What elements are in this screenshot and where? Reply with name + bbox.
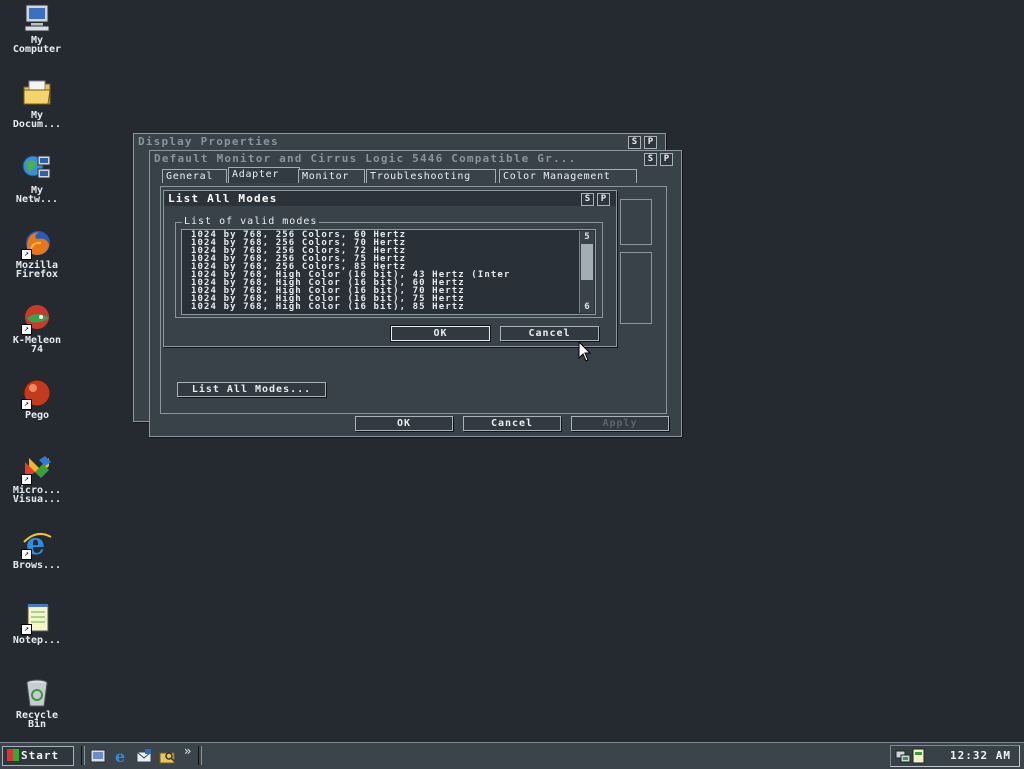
windows-logo-icon	[7, 749, 19, 761]
tab-troubleshooting[interactable]: Troubleshooting	[366, 169, 496, 183]
window-s-button[interactable]: S	[628, 136, 641, 149]
recycle-bin-icon	[21, 677, 53, 709]
adapter-window-title: Default Monitor and Cirrus Logic 5446 Co…	[154, 152, 577, 165]
tab-adapter[interactable]: Adapter	[228, 167, 300, 183]
explorer-icon[interactable]	[159, 748, 175, 764]
window-p-button[interactable]: P	[660, 153, 673, 166]
scroll-up-button[interactable]: 5	[580, 232, 594, 242]
show-desktop-icon[interactable]	[90, 748, 106, 764]
desktop-icon-recycle-bin[interactable]: Recycle Bin	[2, 677, 72, 730]
scroll-thumb[interactable]	[581, 244, 593, 280]
notepad-icon: ↗	[21, 602, 53, 635]
firefox-icon: ↗	[21, 227, 53, 260]
network-icon	[21, 152, 53, 184]
tab-monitor[interactable]: Monitor	[298, 169, 365, 183]
visual-studio-icon: ↗	[21, 452, 53, 485]
tab-general[interactable]: General	[162, 169, 227, 183]
svg-text:e: e	[115, 748, 125, 764]
list-all-modes-dialog[interactable]: List All Modes S P List of valid modes 1…	[163, 190, 617, 347]
list-all-modes-title: List All Modes	[164, 191, 616, 206]
window-s-button[interactable]: S	[581, 193, 594, 206]
modes-scrollbar[interactable]: 5 6	[579, 231, 594, 313]
volume-tray-icon[interactable]	[912, 748, 926, 764]
taskbar: Start e » 12:32 AM	[0, 742, 1024, 769]
start-button[interactable]: Start	[2, 746, 74, 766]
desktop-icon-my-documents[interactable]: My Docum...	[2, 77, 72, 130]
display-properties-title: Display Properties	[138, 135, 279, 148]
documents-folder-icon	[21, 77, 53, 109]
ok-button[interactable]: OK	[355, 416, 453, 431]
quick-launch-overflow-button[interactable]: »	[184, 744, 191, 758]
desktop-icon-my-computer[interactable]: My Computer	[2, 2, 72, 55]
taskbar-divider	[81, 746, 85, 765]
desktop-icon-visual-studio[interactable]: ↗ Micro... Visua...	[2, 452, 72, 505]
adapter-info-groupbox	[620, 252, 652, 324]
network-tray-icon[interactable]	[895, 748, 911, 764]
valid-modes-groupbox: List of valid modes 1024 by 768, 256 Col…	[175, 216, 603, 318]
scroll-down-button[interactable]: 6	[580, 302, 594, 312]
system-tray: 12:32 AM	[890, 745, 1020, 767]
outlook-icon[interactable]	[136, 748, 152, 764]
mouse-cursor-icon	[578, 340, 592, 363]
desktop-icon-firefox[interactable]: ↗ Mozilla Firefox	[2, 227, 72, 280]
list-item[interactable]: 1024 by 768, High Color (16 bit), 85 Her…	[182, 303, 595, 312]
computer-icon	[21, 2, 53, 34]
taskbar-clock[interactable]: 12:32 AM	[950, 749, 1011, 763]
list-all-modes-button[interactable]: List All Modes...	[177, 382, 326, 397]
kmeleon-icon: ↗	[21, 302, 53, 335]
desktop-icon-my-network[interactable]: My Netw...	[2, 152, 72, 205]
taskbar-divider	[198, 746, 202, 765]
adapter-type-groupbox	[620, 199, 652, 245]
window-p-button[interactable]: P	[644, 136, 657, 149]
window-p-button[interactable]: P	[597, 193, 610, 206]
desktop-icon-browser[interactable]: e ↗ Brows...	[2, 527, 72, 571]
ie-icon[interactable]: e	[113, 747, 129, 766]
pego-icon: ↗	[21, 377, 53, 410]
desktop-icon-kmeleon[interactable]: ↗ K-Meleon 74	[2, 302, 72, 355]
valid-modes-group-label: List of valid modes	[182, 216, 320, 228]
modes-listbox[interactable]: 1024 by 768, 256 Colors, 60 Hertz 1024 b…	[181, 229, 596, 315]
modes-ok-button[interactable]: OK	[390, 325, 491, 342]
internet-explorer-icon: e ↗	[21, 527, 53, 562]
desktop-icon-notepad[interactable]: ↗ Notep...	[2, 602, 72, 646]
modes-cancel-button[interactable]: Cancel	[500, 326, 599, 341]
apply-button[interactable]: Apply	[571, 416, 669, 431]
cancel-button[interactable]: Cancel	[463, 416, 561, 431]
desktop-icon-pego[interactable]: ↗ Pego	[2, 377, 72, 421]
tab-color-management[interactable]: Color Management	[499, 169, 637, 183]
start-label: Start	[21, 749, 60, 762]
window-s-button[interactable]: S	[644, 153, 657, 166]
